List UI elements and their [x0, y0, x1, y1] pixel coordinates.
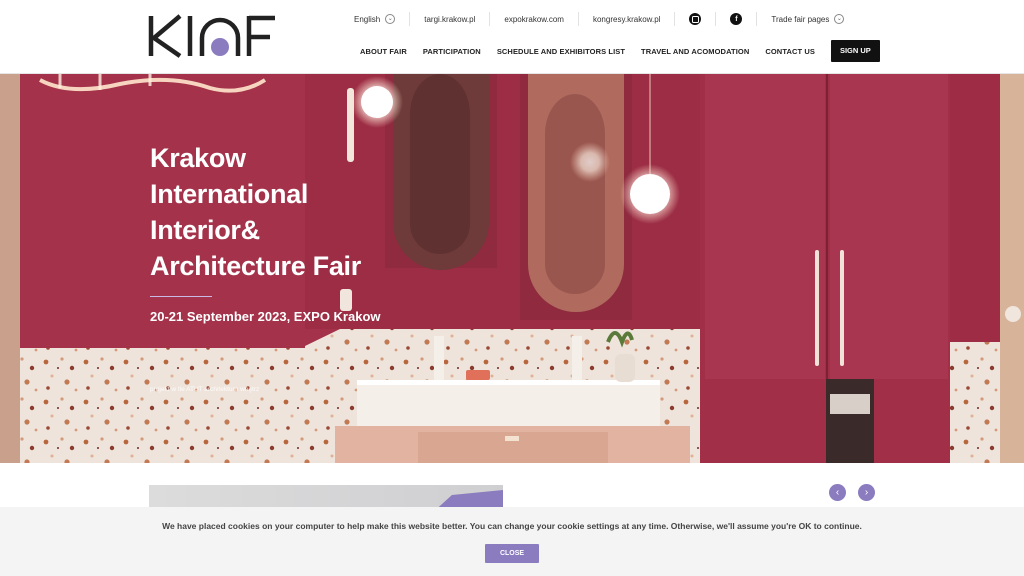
hero-banner: Krakow International Interior& Architect…: [0, 74, 1024, 463]
top-utility-bar: English ⌄ targi.krakow.pl expokrakow.com…: [340, 10, 858, 28]
page: English ⌄ targi.krakow.pl expokrakow.com…: [0, 0, 1024, 576]
link-kongresy[interactable]: kongresy.krakow.pl: [579, 12, 676, 26]
cookie-close-button[interactable]: CLOSE: [485, 544, 539, 563]
nav-item-travel[interactable]: TRAVEL AND ACOMODATION: [641, 47, 749, 56]
chevron-down-icon: ⌄: [385, 14, 396, 24]
cookie-banner: We have placed cookies on your computer …: [0, 507, 1024, 576]
hero-title-line: Architecture Fair: [150, 251, 361, 281]
sign-up-button[interactable]: SIGN UP: [830, 40, 880, 62]
trade-fair-pages-label: Trade fair pages: [771, 14, 830, 24]
slider-prev-button[interactable]: ‹: [829, 484, 846, 501]
main-nav: ABOUT FAIR PARTICIPATION SCHEDULE AND EX…: [360, 40, 880, 62]
instagram-icon: [689, 13, 702, 25]
link-targi-krakow[interactable]: targi.krakow.pl: [410, 12, 491, 26]
facebook-icon: f: [730, 13, 743, 25]
link-label: kongresy.krakow.pl: [592, 14, 661, 24]
hero-title: Krakow International Interior& Architect…: [150, 140, 410, 284]
hero-title-line: Interior&: [150, 215, 260, 245]
language-label: English: [354, 14, 381, 24]
nav-item-participation[interactable]: PARTICIPATION: [423, 47, 481, 56]
nav-item-contact[interactable]: CONTACT US: [765, 47, 815, 56]
hero-text-block: Krakow International Interior& Architect…: [150, 140, 410, 324]
site-header: English ⌄ targi.krakow.pl expokrakow.com…: [0, 0, 1024, 74]
link-label: targi.krakow.pl: [424, 14, 476, 24]
link-label: expokrakow.com: [504, 14, 564, 24]
hero-title-line: International: [150, 179, 309, 209]
slider-next-button[interactable]: ›: [858, 484, 875, 501]
chevron-down-icon: ⌄: [834, 14, 845, 24]
hero-divider: [150, 296, 212, 297]
nav-item-about-fair[interactable]: ABOUT FAIR: [360, 47, 407, 56]
kiaf-logo[interactable]: [148, 12, 278, 62]
hero-title-line: Krakow: [150, 143, 246, 173]
hero-image-credit: projekt w tle ATUT architektura wnętrz: [150, 386, 260, 393]
facebook-link[interactable]: f: [716, 12, 758, 26]
hero-date: 20-21 September 2023, EXPO Krakow: [150, 309, 381, 324]
language-selector[interactable]: English ⌄: [340, 12, 411, 26]
trade-fair-pages-dropdown[interactable]: Trade fair pages ⌄: [757, 12, 858, 26]
link-expokrakow[interactable]: expokrakow.com: [490, 12, 579, 26]
nav-item-schedule[interactable]: SCHEDULE AND EXHIBITORS LIST: [497, 47, 625, 56]
instagram-link[interactable]: [675, 12, 717, 26]
cookie-message: We have placed cookies on your computer …: [162, 521, 862, 531]
